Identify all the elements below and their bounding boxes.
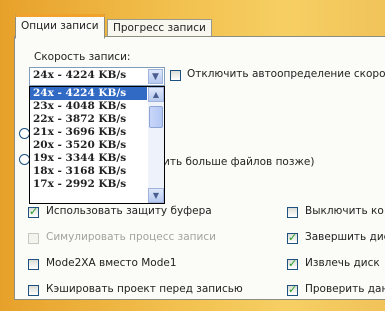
speed-option[interactable]: 18x - 3168 KB/s	[30, 165, 147, 178]
speed-option[interactable]: 17x - 2992 KB/s	[30, 178, 147, 191]
speed-selected-value: 24x - 4224 KB/s	[33, 69, 127, 81]
speed-label: Скорость записи:	[34, 51, 131, 63]
speed-option[interactable]: 19x - 3344 KB/s	[30, 152, 147, 165]
finalize-disc-label: Завершить дис	[305, 231, 385, 243]
shutdown-checkbox[interactable]	[287, 207, 298, 218]
simulate-burn-checkbox[interactable]	[28, 233, 39, 244]
finalize-disc-checkbox[interactable]	[287, 231, 298, 244]
buffer-protection-checkbox[interactable]	[28, 205, 39, 218]
speed-option[interactable]: 23x - 4048 KB/s	[30, 100, 147, 113]
shutdown-label: Выключить ко	[305, 205, 384, 217]
mode2xa-label: Mode2XA вместо Mode1	[46, 257, 177, 269]
speed-option[interactable]: 22x - 3872 KB/s	[30, 113, 147, 126]
verify-data-label: Проверить дан	[305, 283, 385, 295]
verify-data-checkbox[interactable]	[287, 283, 298, 296]
speed-option[interactable]: 21x - 3696 KB/s	[30, 126, 147, 139]
chevron-down-icon[interactable]: ▼	[148, 69, 163, 84]
mode2xa-checkbox[interactable]	[28, 259, 39, 270]
speed-option[interactable]: 20x - 3520 KB/s	[30, 139, 147, 152]
speed-option[interactable]: 24x - 4224 KB/s	[30, 87, 147, 100]
tab-burn-progress[interactable]: Прогресс записи	[107, 19, 212, 37]
partial-option-label: ить больше файлов позже)	[163, 156, 315, 168]
eject-disc-label: Извлечь диск	[305, 257, 380, 269]
tab-burn-options[interactable]: Опции записи	[15, 14, 105, 39]
cache-project-checkbox[interactable]	[28, 285, 39, 296]
eject-disc-checkbox[interactable]	[287, 257, 298, 270]
scrollbar-thumb[interactable]	[149, 106, 163, 128]
burn-options-dialog: Опции записи Прогресс записи Скорость за…	[0, 0, 385, 311]
tab-burn-options-label: Опции записи	[21, 20, 99, 32]
speed-combobox[interactable]: 24x - 4224 KB/s ▼	[29, 67, 165, 86]
tab-burn-progress-label: Прогресс записи	[113, 22, 206, 34]
speed-dropdown-list[interactable]: 24x - 4224 KB/s 23x - 4048 KB/s 22x - 38…	[29, 86, 165, 204]
dropdown-scrollbar[interactable]: ▲ ▼	[148, 87, 164, 203]
autodetect-label: Отключить автоопределение скорос	[187, 68, 385, 80]
autodetect-checkbox[interactable]	[170, 70, 181, 81]
simulate-burn-label: Симулировать процесс записи	[46, 231, 216, 243]
cache-project-label: Кэшировать проект перед записью	[46, 283, 243, 295]
chevron-down-icon[interactable]: ▼	[148, 188, 164, 203]
chevron-up-icon[interactable]: ▲	[148, 87, 164, 102]
buffer-protection-label: Использовать защиту буфера	[46, 205, 212, 217]
